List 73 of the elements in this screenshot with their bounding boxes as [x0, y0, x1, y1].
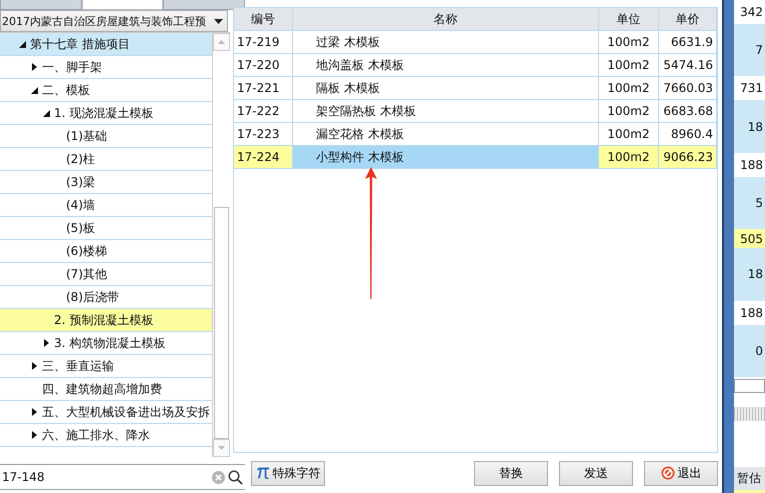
- button[interactable]: 替换: [474, 460, 548, 486]
- search-icon[interactable]: [228, 470, 243, 484]
- table-cell: 隔板 木模板: [316, 80, 380, 96]
- tree-item[interactable]: 2. 预制混凝土模板: [0, 309, 212, 332]
- table-cell: 0: [734, 326, 765, 377]
- table-cell: 地沟盖板 木模板: [316, 56, 404, 74]
- table-cell: 17-219: [237, 35, 280, 49]
- table-row[interactable]: 17-220 地沟盖板 木模板 100m2 5474.16: [234, 54, 717, 77]
- column-header: 暂估: [734, 466, 765, 490]
- library-dropdown[interactable]: 2017内蒙古自治区房屋建筑与装饰工程预: [0, 10, 228, 32]
- expanded-triangle-icon[interactable]: [18, 40, 27, 48]
- collapsed-triangle-icon[interactable]: [42, 339, 51, 347]
- scroll-up-icon[interactable]: [218, 40, 225, 44]
- table-cell: 100m2: [607, 58, 650, 72]
- table-cell: 17-222: [237, 104, 280, 118]
- table-cell: 17-220: [237, 58, 280, 72]
- column-header[interactable]: 单位: [599, 8, 659, 31]
- pi-icon: [256, 466, 270, 480]
- tab[interactable]: [0, 0, 82, 10]
- table-cell: 100m2: [607, 35, 650, 49]
- splitter-bar[interactable]: [722, 0, 734, 493]
- clear-icon[interactable]: [212, 470, 225, 484]
- prohibited-icon: [660, 466, 674, 480]
- table-cell: 18: [734, 101, 765, 153]
- column-header[interactable]: 单价: [659, 8, 717, 31]
- collapsed-triangle-icon[interactable]: [30, 431, 39, 439]
- table-cell: 漏空花格 木模板: [316, 126, 404, 142]
- collapsed-triangle-icon[interactable]: [30, 63, 39, 71]
- table-cell: 小型构件 木模板: [316, 148, 404, 166]
- table-cell: 17-223: [237, 127, 280, 141]
- table-cell: 18: [734, 249, 765, 301]
- table-row[interactable]: 17-222 架空隔热板 木模板 100m2 6683.68: [234, 100, 717, 123]
- column-header[interactable]: 编号: [234, 8, 293, 31]
- expanded-triangle-icon[interactable]: [30, 86, 39, 94]
- table-cell: 过梁 木模板: [316, 34, 380, 50]
- table-cell: 100m2: [607, 150, 650, 164]
- input-field[interactable]: [734, 378, 765, 394]
- table-cell: 188: [734, 300, 765, 326]
- table-cell: 100m2: [607, 127, 650, 141]
- scroll-down-icon[interactable]: [218, 446, 225, 450]
- table-row[interactable]: 17-221 隔板 木模板 100m2 7660.03: [234, 77, 717, 100]
- table-cell: 100m2: [607, 81, 650, 95]
- table-cell: 5: [734, 178, 765, 230]
- table-cell: 505: [734, 229, 765, 250]
- table-cell: 8960.4: [671, 127, 713, 141]
- caret-icon: [214, 18, 223, 24]
- column-header[interactable]: 名称: [293, 8, 599, 31]
- collapsed-triangle-icon[interactable]: [30, 408, 39, 416]
- table-cell: 9066.23: [663, 150, 713, 164]
- search-field[interactable]: 17-148: [0, 464, 245, 490]
- tab[interactable]: [82, 0, 164, 10]
- table-cell: 6631.9: [671, 35, 713, 49]
- expanded-triangle-icon[interactable]: [42, 110, 51, 116]
- table-cell: 架空隔热板 木模板: [316, 102, 416, 120]
- table-row[interactable]: 17-219 过梁 木模板 100m2 6631.9: [234, 31, 717, 54]
- table-cell: 100m2: [607, 104, 650, 118]
- table-row: [734, 490, 765, 493]
- table-cell: 6683.68: [663, 104, 713, 118]
- table-cell: 17-224: [237, 150, 280, 164]
- table-cell: 5474.16: [663, 58, 713, 72]
- table-cell: 17-221: [237, 81, 280, 95]
- button[interactable]: 特殊字符: [251, 460, 325, 486]
- button[interactable]: 发送: [559, 460, 633, 486]
- table-cell: 188: [734, 152, 765, 178]
- collapsed-triangle-icon[interactable]: [30, 362, 39, 370]
- scrollbar[interactable]: [212, 33, 230, 457]
- scrollbar-thumb[interactable]: [214, 207, 229, 439]
- dotted-splitter-handle[interactable]: [734, 407, 765, 421]
- tab[interactable]: [163, 0, 245, 10]
- button[interactable]: 退出: [644, 460, 718, 486]
- table-cell: 7: [734, 25, 765, 76]
- tree-item[interactable]: 第十七章 措施项目: [0, 33, 212, 56]
- table-cell: 7660.03: [663, 81, 713, 95]
